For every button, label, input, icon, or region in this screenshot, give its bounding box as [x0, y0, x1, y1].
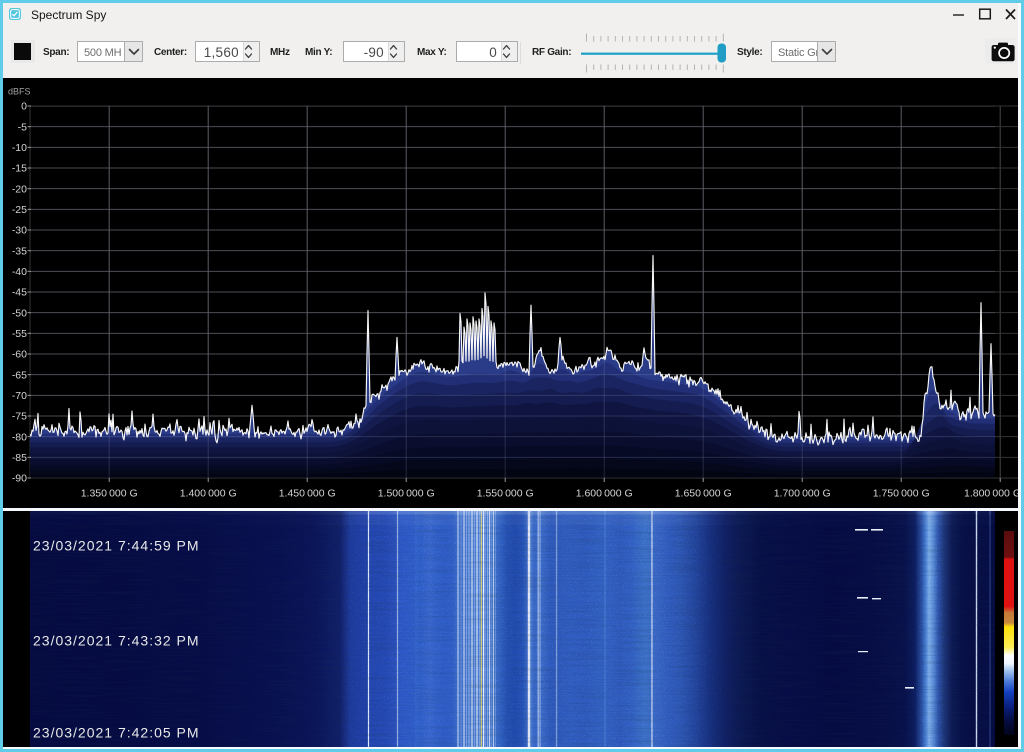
svg-text:-10: -10	[12, 142, 27, 154]
svg-text:-15: -15	[12, 163, 27, 175]
svg-text:dBFS: dBFS	[8, 87, 31, 97]
svg-text:1.350 000 G: 1.350 000 G	[81, 488, 138, 500]
svg-text:-85: -85	[12, 452, 27, 464]
svg-text:23/03/2021 7:43:32 PM: 23/03/2021 7:43:32 PM	[33, 633, 200, 649]
svg-text:1.800 000 G: 1.800 000 G	[964, 488, 1021, 500]
svg-text:0: 0	[21, 101, 27, 113]
svg-text:1.450 000 G: 1.450 000 G	[279, 488, 336, 500]
svg-text:-75: -75	[12, 411, 27, 423]
svg-text:-20: -20	[12, 183, 27, 195]
svg-text:-70: -70	[12, 390, 27, 402]
svg-text:-40: -40	[12, 266, 27, 278]
svg-text:1.400 000 G: 1.400 000 G	[180, 488, 237, 500]
svg-text:-60: -60	[12, 349, 27, 361]
svg-text:-25: -25	[12, 204, 27, 216]
svg-text:-5: -5	[18, 121, 27, 133]
svg-text:-65: -65	[12, 369, 27, 381]
svg-text:1.550 000 G: 1.550 000 G	[477, 488, 534, 500]
svg-text:-30: -30	[12, 225, 27, 237]
svg-text:-35: -35	[12, 245, 27, 257]
svg-text:1.700 000 G: 1.700 000 G	[774, 488, 831, 500]
svg-text:1.600 000 G: 1.600 000 G	[576, 488, 633, 500]
svg-text:23/03/2021 7:44:59 PM: 23/03/2021 7:44:59 PM	[33, 538, 200, 554]
svg-text:1.650 000 G: 1.650 000 G	[675, 488, 732, 500]
svg-text:-55: -55	[12, 328, 27, 340]
svg-text:-80: -80	[12, 431, 27, 443]
svg-text:-50: -50	[12, 307, 27, 319]
svg-text:23/03/2021 7:42:05 PM: 23/03/2021 7:42:05 PM	[33, 725, 200, 741]
svg-text:1.500 000 G: 1.500 000 G	[378, 488, 435, 500]
svg-text:-45: -45	[12, 287, 27, 299]
svg-text:-90: -90	[12, 473, 27, 485]
svg-text:1.750 000 G: 1.750 000 G	[873, 488, 930, 500]
